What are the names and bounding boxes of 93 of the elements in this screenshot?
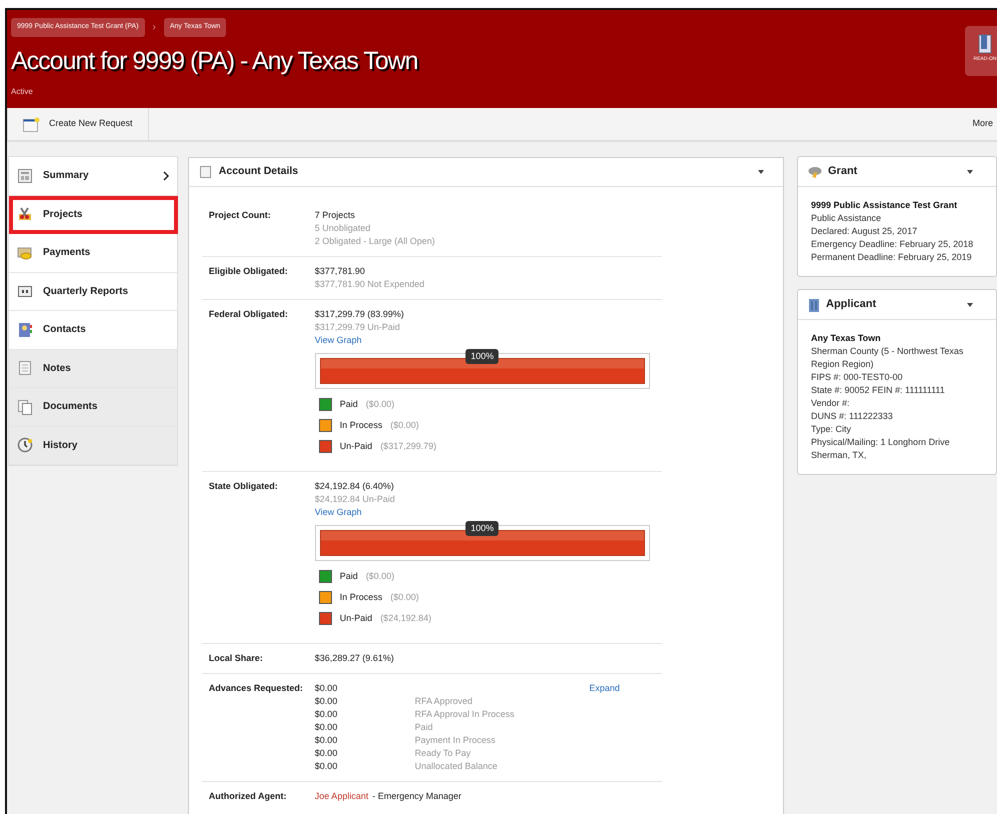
card-line: Vendor #: (811, 397, 851, 410)
view-graph-link[interactable]: View Graph (314, 334, 662, 347)
value-text: 7 Projects (314, 209, 356, 222)
card-line: Permanent Deadline: February 25, 2019 (811, 251, 973, 264)
calendar-icon (17, 283, 33, 300)
value-text: 5 Unobligated (314, 222, 372, 235)
chevron-right-icon (162, 170, 169, 181)
clock-icon (17, 437, 33, 454)
value-text: 2 Obligated - Large (All Open) (314, 235, 436, 248)
card-line: Public Assistance (811, 212, 882, 225)
sidebar-item[interactable]: Documents (9, 388, 177, 426)
amount-text: $0.00 (314, 734, 338, 747)
caret-icon[interactable] (967, 302, 973, 306)
amount-text: $0.00 (314, 760, 338, 773)
sidebar-item[interactable]: History (9, 426, 177, 465)
percent-tooltip: 100% (466, 521, 499, 536)
card-line: State #: 90052 FEIN #: 111111111 (811, 384, 946, 397)
amount-text: $0.00 (314, 747, 338, 760)
value-text: $24,192.84 Un-Paid (314, 493, 396, 506)
value-text: $24,192.84 (6.40%) (314, 480, 395, 493)
legend-amount: ($0.00) (390, 591, 419, 604)
building-icon (808, 298, 820, 312)
status-text: Unallocated Balance (414, 760, 498, 773)
amount-text: $0.00 (314, 708, 338, 721)
sidebar-item[interactable]: Notes (9, 350, 177, 388)
book-icon (978, 34, 992, 54)
card-line: DUNS #: 111222333 (811, 410, 894, 423)
card-heading: 9999 Public Assistance Test Grant (811, 199, 958, 212)
field-label: Authorized Agent: (208, 790, 288, 803)
value-text: $317,299.79 Un-Paid (314, 321, 401, 334)
tools-icon (17, 206, 33, 222)
agent-role: - Emergency Manager (372, 790, 462, 803)
page-title: Account for 9999 (PA) - Any Texas Town (11, 46, 418, 76)
expand-link[interactable]: Expand (589, 682, 620, 695)
legend-amount: ($24,192.84) (380, 612, 432, 625)
wallet-icon (17, 244, 33, 261)
field-label: State Obligated: (208, 480, 279, 493)
field-label: Project Count: (208, 209, 272, 222)
status-text: RFA Approval In Process (414, 708, 514, 721)
page-icon (200, 166, 211, 178)
note-icon (17, 360, 33, 376)
agent-link[interactable]: Joe Applicant (314, 790, 368, 803)
page-icon (17, 168, 33, 184)
amount-text: $0.00 (314, 721, 338, 734)
card-line: Sherman County (5 - Northwest Texas Region Region) (811, 345, 964, 371)
percent-tooltip: 100% (466, 349, 499, 364)
caret-icon[interactable] (758, 170, 764, 174)
view-graph-link[interactable]: View Graph (314, 506, 662, 519)
card-line: Sherman, TX, (811, 449, 868, 462)
legend-label: Paid (340, 570, 358, 583)
legend-label: In Process (340, 419, 382, 432)
status-text: Ready To Pay (414, 747, 471, 760)
legend-label: Un-Paid (340, 440, 372, 453)
value-text: $36,289.27 (9.61%) (314, 652, 395, 665)
cloud-icon (808, 166, 822, 178)
card-line: FIPS #: 000-TEST0-00 (811, 371, 904, 384)
card-line: Declared: August 25, 2017 (811, 225, 918, 238)
value-text: $377,781.90 (314, 265, 366, 278)
legend-amount: ($0.00) (390, 419, 419, 432)
status-text: Payment In Process (414, 734, 496, 747)
more-link[interactable]: More (972, 117, 997, 131)
breadcrumb-separator: › (152, 20, 156, 35)
amount-text: $0.00 (314, 682, 338, 695)
calendar-icon (23, 116, 40, 132)
field-label: Federal Obligated: (208, 308, 289, 321)
create-request-button[interactable]: Create New Request (7, 108, 149, 140)
card-line: Emergency Deadline: February 25, 2018 (811, 238, 974, 251)
legend-amount: ($317,299.79) (380, 440, 436, 453)
value-text: $377,781.90 Not Expended (314, 278, 426, 291)
status-text: Paid (414, 721, 433, 734)
legend-label: Un-Paid (340, 612, 372, 625)
sidebar-item[interactable]: Quarterly Reports (9, 272, 177, 311)
status-text: RFA Approved (414, 695, 472, 708)
card-title: Account Details (218, 164, 300, 180)
status-text: Active (11, 86, 33, 98)
card-heading: Any Texas Town (811, 332, 882, 345)
field-label: Local Share: (208, 652, 264, 665)
address-book-icon (17, 322, 33, 338)
legend-amount: ($0.00) (366, 398, 394, 411)
field-label: Advances Requested: (208, 682, 304, 695)
sidebar-item[interactable]: Projects (9, 196, 178, 234)
card-line: Physical/Mailing: 1 Longhorn Drive (811, 436, 951, 449)
card-line: Type: City (811, 423, 852, 436)
card-title: Applicant (826, 297, 878, 312)
card-title: Grant (828, 164, 858, 180)
documents-icon (17, 398, 33, 415)
value-text: $317,299.79 (83.99%) (314, 308, 405, 321)
amount-text: $0.00 (314, 695, 338, 708)
legend-label: In Process (340, 591, 382, 604)
caret-icon[interactable] (967, 170, 973, 174)
legend-amount: ($0.00) (366, 570, 394, 583)
field-label: Eligible Obligated: (208, 265, 289, 278)
legend-label: Paid (340, 398, 358, 411)
